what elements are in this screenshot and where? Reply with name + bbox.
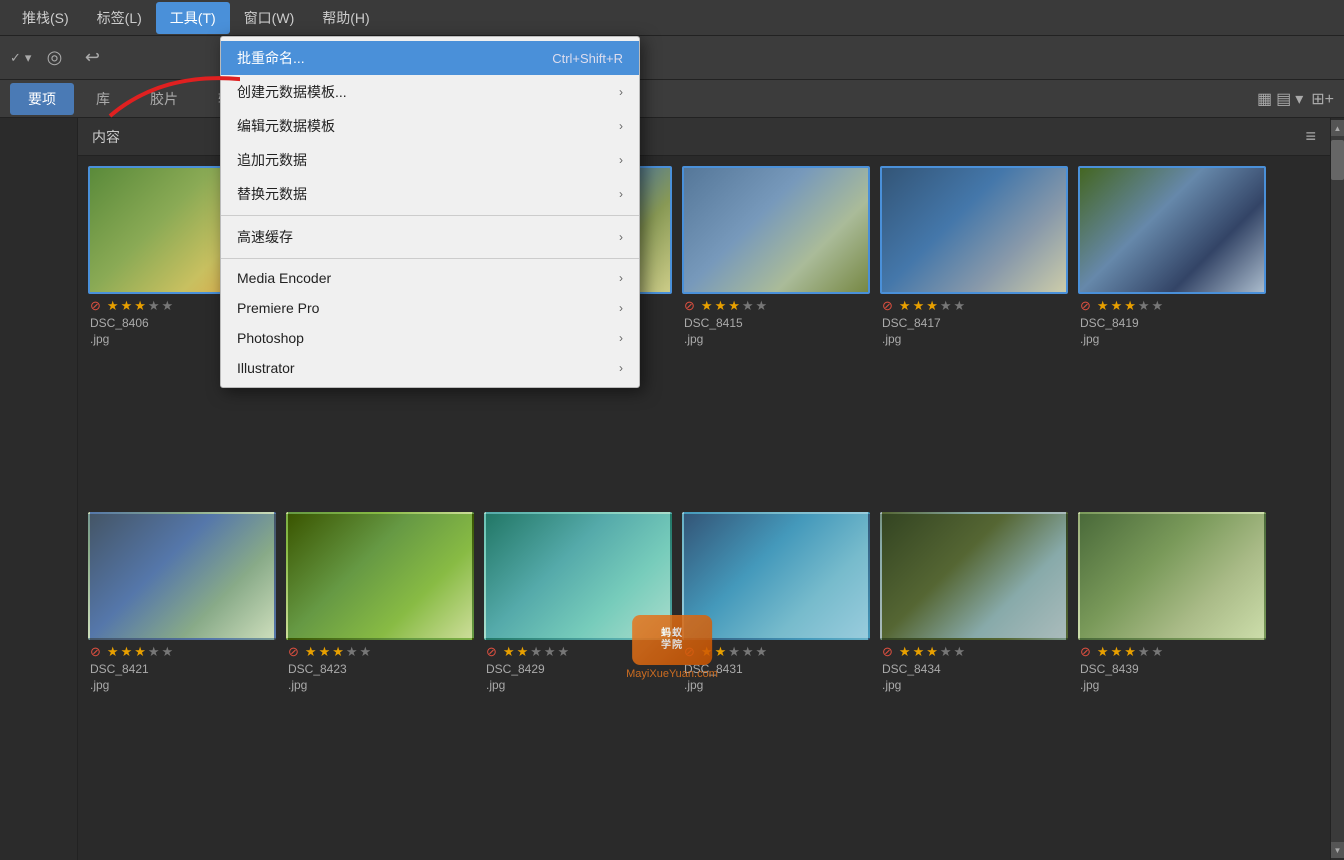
menu-item-label: 批重命名... [237, 48, 305, 68]
menu-item-media-encoder[interactable]: Media Encoder › [221, 263, 639, 293]
menu-item-illustrator[interactable]: Illustrator › [221, 353, 639, 383]
menu-item-创建元数据模板...[interactable]: 创建元数据模板... › [221, 75, 639, 109]
menu-item-premiere-pro[interactable]: Premiere Pro › [221, 293, 639, 323]
submenu-arrow-icon: › [619, 271, 623, 285]
menu-separator-5 [221, 215, 639, 216]
submenu-arrow-icon: › [619, 331, 623, 345]
menu-item-追加元数据[interactable]: 追加元数据 › [221, 143, 639, 177]
dropdown-overlay[interactable]: 批重命名...Ctrl+Shift+R创建元数据模板...›编辑元数据模板›追加… [0, 0, 1344, 860]
submenu-arrow-icon: › [619, 153, 623, 167]
menu-item-高速缓存[interactable]: 高速缓存 › [221, 220, 639, 254]
menu-item-label: Illustrator [237, 360, 295, 376]
menu-separator-7 [221, 258, 639, 259]
menu-item-label: 创建元数据模板... [237, 82, 347, 102]
dropdown-menu: 批重命名...Ctrl+Shift+R创建元数据模板...›编辑元数据模板›追加… [220, 36, 640, 388]
submenu-arrow-icon: › [619, 187, 623, 201]
submenu-arrow-icon: › [619, 85, 623, 99]
submenu-arrow-icon: › [619, 119, 623, 133]
submenu-arrow-icon: › [619, 361, 623, 375]
submenu-arrow-icon: › [619, 301, 623, 315]
menu-item-photoshop[interactable]: Photoshop › [221, 323, 639, 353]
menu-item-label: Photoshop [237, 330, 304, 346]
menu-item-label: 替换元数据 [237, 184, 307, 204]
menu-item-label: Media Encoder [237, 270, 331, 286]
red-arrow-icon [100, 36, 240, 126]
menu-item-批重命名...[interactable]: 批重命名... Ctrl+Shift+R [221, 41, 639, 75]
menu-item-label: 高速缓存 [237, 227, 293, 247]
menu-item-label: 编辑元数据模板 [237, 116, 335, 136]
menu-item-编辑元数据模板[interactable]: 编辑元数据模板 › [221, 109, 639, 143]
menu-item-label: 追加元数据 [237, 150, 307, 170]
menu-item-label: Premiere Pro [237, 300, 319, 316]
submenu-arrow-icon: › [619, 230, 623, 244]
menu-item-替换元数据[interactable]: 替换元数据 › [221, 177, 639, 211]
menu-item-shortcut: Ctrl+Shift+R [552, 51, 623, 66]
